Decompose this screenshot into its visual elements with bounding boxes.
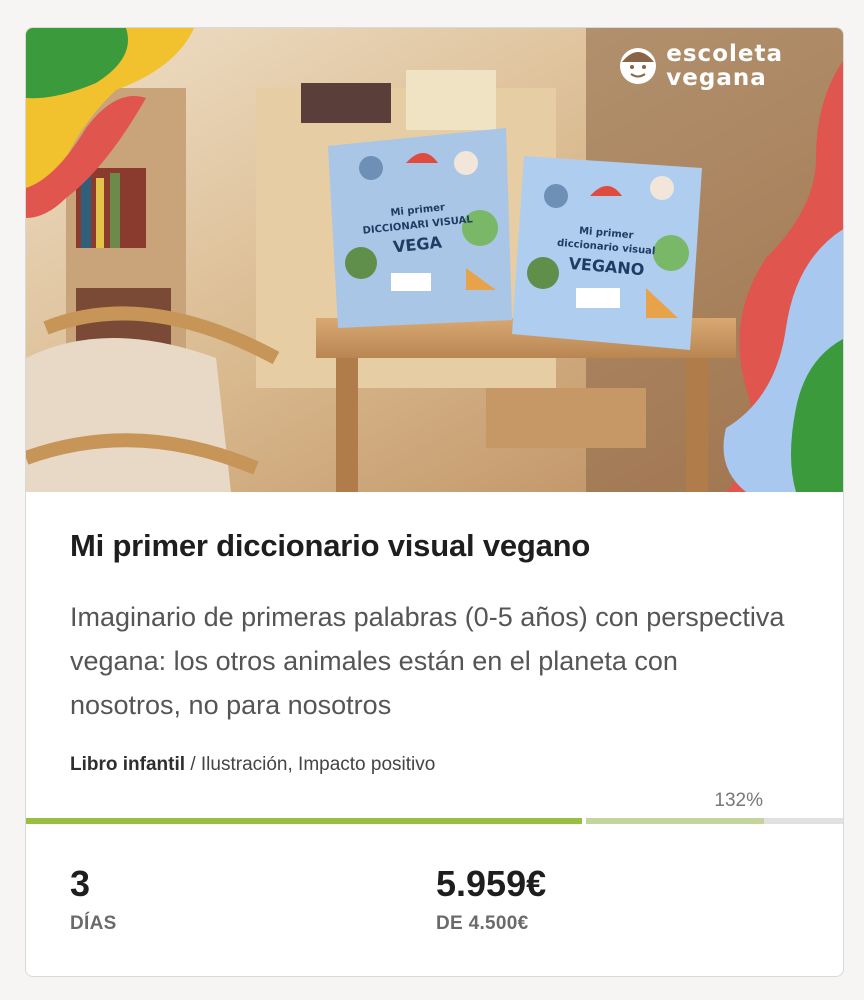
- funding-goal-label: DE 4.500€: [436, 913, 529, 934]
- days-remaining-label: DÍAS: [70, 913, 117, 934]
- amount-raised-value: 5.959€: [436, 863, 547, 904]
- book-left: Mi primer DICCIONARI VISUAL VEGA: [328, 128, 512, 328]
- book-right: Mi primer diccionario visual VEGANO: [512, 156, 702, 350]
- funding-percent: 132%: [714, 790, 763, 811]
- progress-track: [764, 818, 843, 824]
- days-remaining-value: 3: [70, 863, 91, 904]
- progress-funded: [26, 818, 582, 824]
- project-description: Imaginario de primeras palabras (0-5 año…: [70, 602, 785, 720]
- escoleta-vegana-logo: escoleta vegana: [618, 42, 783, 90]
- funding-progress-bar: [26, 818, 843, 824]
- logo-line2: vegana: [666, 65, 767, 91]
- progress-overfunded: [586, 818, 764, 824]
- logo-line1: escoleta: [666, 41, 783, 67]
- project-tags: Libro infantil / Ilustración, Impacto po…: [70, 754, 435, 776]
- books-photo: Mi primer DICCIONARI VISUAL VEGA Mi prim…: [26, 28, 843, 492]
- project-title[interactable]: Mi primer diccionario visual vegano: [70, 528, 590, 564]
- subcategory-tags: Ilustración, Impacto positivo: [200, 754, 436, 775]
- category-label[interactable]: Libro infantil: [70, 754, 185, 775]
- child-face-icon: [620, 48, 657, 84]
- tag-separator: /: [185, 754, 201, 775]
- project-image[interactable]: Mi primer DICCIONARI VISUAL VEGA Mi prim…: [26, 28, 843, 492]
- project-card[interactable]: Mi primer DICCIONARI VISUAL VEGA Mi prim…: [25, 27, 844, 977]
